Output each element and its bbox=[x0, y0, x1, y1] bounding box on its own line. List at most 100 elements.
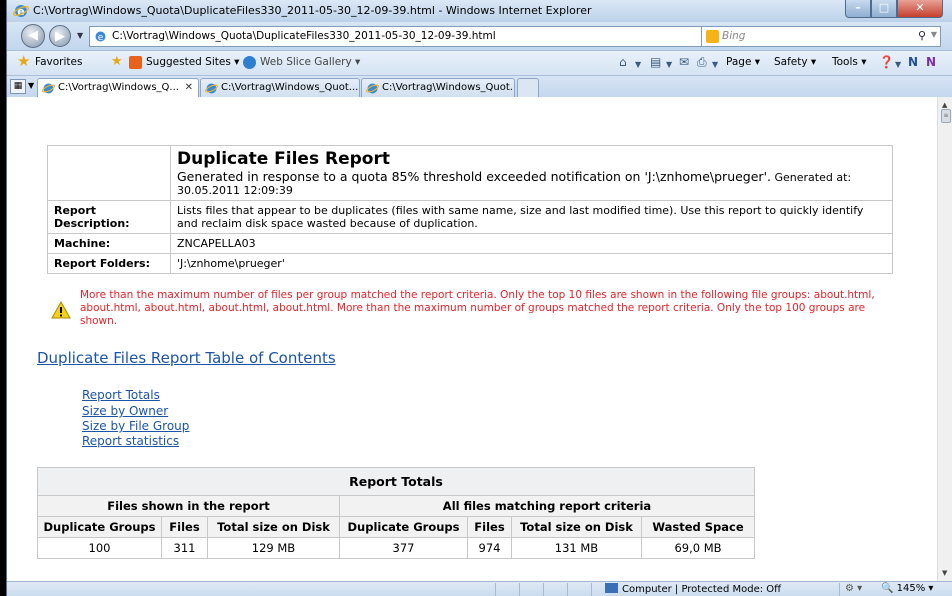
minimize-button[interactable]: – bbox=[845, 0, 871, 18]
totals-column-headers: Duplicate Groups Files Total size on Dis… bbox=[37, 516, 755, 538]
tab-label: C:\Vortrag\Windows_Quot... bbox=[382, 82, 515, 93]
search-options-icon[interactable]: ▼ bbox=[931, 30, 937, 39]
ie-icon: e bbox=[13, 5, 29, 18]
warning-icon bbox=[51, 301, 71, 319]
onenote-linked-icon[interactable]: N bbox=[926, 55, 936, 69]
maximize-button[interactable]: □ bbox=[871, 0, 897, 18]
home-dropdown-icon[interactable]: ▼ bbox=[635, 58, 641, 72]
tab-label: C:\Vortrag\Windows_Quot... bbox=[221, 82, 359, 93]
header-blank-cell bbox=[47, 145, 171, 201]
status-separator bbox=[543, 583, 544, 596]
recent-pages-dropdown-icon[interactable]: ▼ bbox=[77, 31, 83, 40]
table-cell: 100 bbox=[37, 537, 162, 559]
status-separator bbox=[591, 583, 592, 596]
back-button[interactable]: ◀ bbox=[21, 24, 45, 48]
table-cell: 131 MB bbox=[511, 537, 642, 559]
tab-label: C:\Vortrag\Windows_Q... bbox=[58, 82, 179, 93]
group-all-header: All files matching report criteria bbox=[339, 495, 755, 517]
table-cell: 129 MB bbox=[207, 537, 340, 559]
onenote-icon[interactable]: N bbox=[908, 55, 918, 69]
status-bar: Computer | Protected Mode: Off ⚙ ▾ 🔍 145… bbox=[7, 581, 952, 596]
report-header-table: Duplicate Files Report Generated in resp… bbox=[47, 145, 893, 274]
page-icon bbox=[366, 83, 379, 94]
table-cell: 377 bbox=[339, 537, 468, 559]
close-button[interactable]: ✕ bbox=[897, 0, 943, 18]
table-row: 100 311 129 MB 377 974 131 MB 69,0 MB bbox=[37, 537, 755, 559]
report-description-label: Report Description: bbox=[47, 200, 171, 234]
column-header: Files bbox=[467, 516, 512, 538]
tab-list-dropdown-icon[interactable]: ▼ bbox=[28, 81, 34, 90]
report-subtitle: Generated in response to a quota 85% thr… bbox=[177, 169, 771, 184]
status-separator bbox=[519, 583, 520, 596]
suggested-sites-icon bbox=[129, 56, 142, 69]
tools-menu[interactable]: Tools ▾ bbox=[832, 56, 866, 68]
feeds-dropdown-icon[interactable]: ▼ bbox=[666, 58, 672, 72]
security-zone-label: Computer | Protected Mode: Off bbox=[622, 584, 782, 595]
close-tab-icon[interactable]: ✕ bbox=[185, 82, 193, 93]
suggested-sites-link[interactable]: Suggested Sites ▾ bbox=[146, 56, 239, 68]
favorites-bar: ★ Favorites ★ Suggested Sites ▾ Web Slic… bbox=[7, 50, 952, 75]
tab-3[interactable]: C:\Vortrag\Windows_Quot... bbox=[361, 78, 515, 98]
print-icon[interactable]: ⎙ bbox=[697, 55, 707, 69]
scroll-up-icon[interactable]: ▲ bbox=[942, 101, 947, 109]
tab-2[interactable]: C:\Vortrag\Windows_Quot... bbox=[200, 78, 360, 98]
table-cell: 311 bbox=[161, 537, 208, 559]
help-dropdown-icon[interactable]: ▼ bbox=[895, 58, 901, 72]
machine-label: Machine: bbox=[47, 233, 171, 254]
toc-link-report-totals[interactable]: Report Totals bbox=[82, 388, 160, 402]
add-favorite-icon[interactable]: ★ bbox=[111, 54, 123, 69]
column-header: Total size on Disk bbox=[207, 516, 340, 538]
search-icon[interactable]: ⚲ bbox=[918, 29, 926, 42]
toc-link-size-by-file-group[interactable]: Size by File Group bbox=[82, 419, 189, 433]
feeds-icon[interactable]: ▤ bbox=[650, 55, 661, 69]
print-dropdown-icon[interactable]: ▼ bbox=[712, 58, 718, 72]
page-content: Duplicate Files Report Generated in resp… bbox=[7, 97, 937, 581]
safety-menu[interactable]: Safety ▾ bbox=[774, 56, 816, 68]
favorites-button[interactable]: Favorites bbox=[35, 56, 82, 68]
browser-window: e C:\Vortrag\Windows_Quota\DuplicateFile… bbox=[6, 0, 952, 596]
mail-icon[interactable]: ✉ bbox=[679, 55, 689, 69]
svg-text:e: e bbox=[98, 33, 104, 43]
report-description-value: Lists files that appear to be duplicates… bbox=[170, 200, 893, 234]
search-placeholder: Bing bbox=[722, 30, 746, 42]
address-url: C:\Vortrag\Windows_Quota\DuplicateFiles3… bbox=[112, 30, 496, 42]
address-bar[interactable]: e C:\Vortrag\Windows_Quota\DuplicateFile… bbox=[89, 26, 775, 47]
zoom-control[interactable]: 🔍 145% ▾ bbox=[881, 583, 933, 594]
table-cell: 69,0 MB bbox=[641, 537, 755, 559]
tab-1[interactable]: C:\Vortrag\Windows_Q... ✕ bbox=[37, 78, 199, 98]
column-header: Total size on Disk bbox=[511, 516, 642, 538]
help-icon[interactable]: ❓ bbox=[879, 55, 894, 69]
window-title: C:\Vortrag\Windows_Quota\DuplicateFiles3… bbox=[33, 4, 592, 17]
addons-icon[interactable]: ⚙ ▾ bbox=[845, 583, 862, 594]
vertical-scrollbar[interactable]: ▲ ≡ ▼ bbox=[937, 97, 952, 581]
page-menu[interactable]: Page ▾ bbox=[726, 56, 760, 68]
warning-message: More than the maximum number of files pe… bbox=[80, 289, 875, 327]
toc-heading[interactable]: Duplicate Files Report Table of Contents bbox=[37, 349, 336, 367]
status-separator bbox=[839, 583, 840, 596]
page-icon: e bbox=[95, 31, 106, 43]
forward-arrow-icon: ▶ bbox=[55, 29, 65, 44]
status-separator bbox=[567, 583, 568, 596]
zoom-icon: 🔍 bbox=[881, 583, 894, 594]
title-bar: e C:\Vortrag\Windows_Quota\DuplicateFile… bbox=[7, 0, 952, 22]
toc-link-report-statistics[interactable]: Report statistics bbox=[82, 434, 179, 448]
forward-button[interactable]: ▶ bbox=[49, 25, 71, 47]
page-icon bbox=[205, 83, 218, 94]
scrollbar-thumb[interactable]: ≡ bbox=[941, 109, 951, 123]
web-slice-icon bbox=[243, 56, 256, 69]
group-shown-header: Files shown in the report bbox=[37, 495, 340, 517]
zoom-level: 145% bbox=[896, 583, 926, 594]
report-title-cell: Duplicate Files Report Generated in resp… bbox=[170, 145, 893, 201]
navigation-bar: ◀ ▶ ▼ e C:\Vortrag\Windows_Quota\Duplica… bbox=[7, 22, 952, 50]
new-tab-button[interactable] bbox=[517, 78, 539, 98]
column-header: Wasted Space bbox=[641, 516, 755, 538]
toc-link-size-by-owner[interactable]: Size by Owner bbox=[82, 404, 168, 418]
scroll-down-icon[interactable]: ▼ bbox=[942, 569, 947, 577]
quick-tabs-icon[interactable]: ▦ bbox=[10, 79, 26, 94]
search-input[interactable]: Bing ⚲ ▼ bbox=[701, 26, 941, 47]
security-zone[interactable]: Computer | Protected Mode: Off bbox=[605, 583, 781, 595]
home-icon[interactable]: ⌂ bbox=[619, 55, 627, 69]
report-folders-value: 'J:\znhome\prueger' bbox=[170, 253, 893, 274]
web-slice-gallery-link[interactable]: Web Slice Gallery ▾ bbox=[260, 56, 360, 68]
report-totals-table: Report Totals Files shown in the report … bbox=[37, 467, 755, 559]
